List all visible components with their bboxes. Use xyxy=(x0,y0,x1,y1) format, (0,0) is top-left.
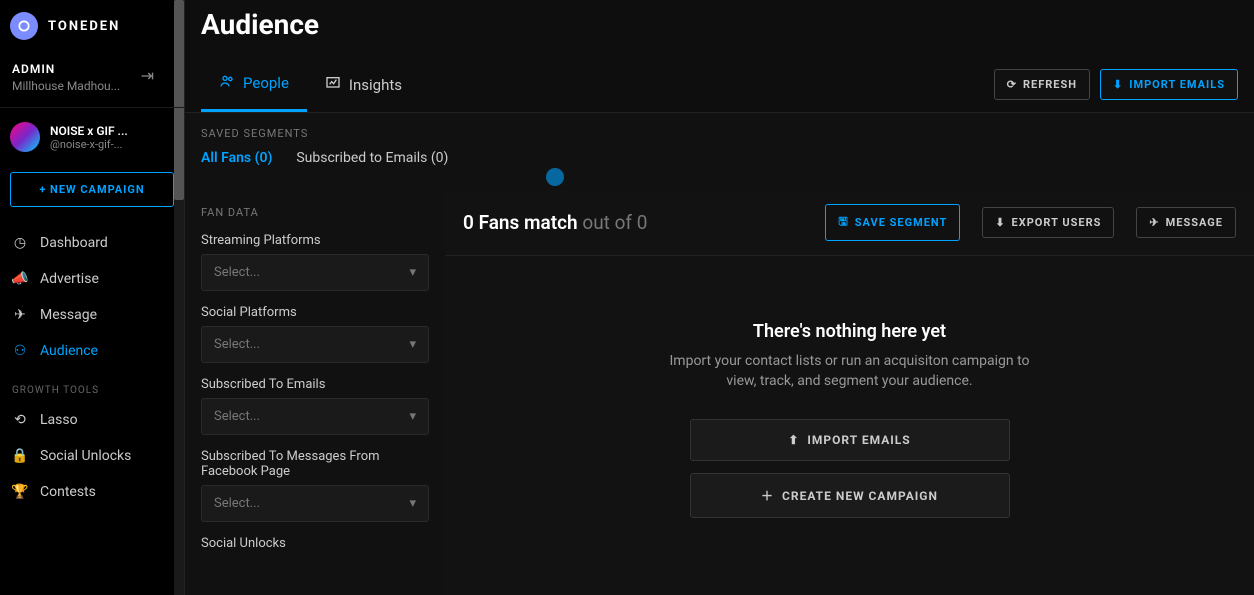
people-icon xyxy=(219,73,235,93)
results-panel: 0 Fans match out of 0 🖫 SAVE SEGMENT ⬇ E… xyxy=(445,190,1254,595)
new-campaign-button[interactable]: + NEW CAMPAIGN xyxy=(10,172,174,207)
admin-block[interactable]: ADMIN Millhouse Madhou... ⇥ xyxy=(0,52,184,108)
download-icon: ⬇ xyxy=(995,216,1005,229)
paper-plane-icon: ✈ xyxy=(1149,216,1159,229)
nav-social-unlocks-label: Social Unlocks xyxy=(40,448,131,464)
nav-message[interactable]: ✈ Message xyxy=(0,297,184,333)
export-users-label: EXPORT USERS xyxy=(1012,216,1102,229)
avatar xyxy=(10,122,40,152)
nav-dashboard[interactable]: ◷ Dashboard xyxy=(0,225,184,261)
brand-row[interactable]: TONEDEN xyxy=(0,0,184,52)
lock-icon: 🔒 xyxy=(12,448,28,464)
filter-emails-select[interactable]: Select... ▾ xyxy=(201,398,429,435)
nav-social-unlocks[interactable]: 🔒 Social Unlocks xyxy=(0,438,184,474)
nav-lasso[interactable]: ⟲ Lasso xyxy=(0,402,184,438)
filter-panel: FAN DATA Streaming Platforms Select... ▾… xyxy=(185,190,445,595)
brand-name: TONEDEN xyxy=(48,19,120,34)
lasso-icon: ⟲ xyxy=(12,412,28,428)
save-segment-button[interactable]: 🖫 SAVE SEGMENT xyxy=(825,204,960,241)
trophy-icon: 🏆 xyxy=(12,484,28,500)
main: Audience People Insights ⟳ REFRESH ⬇ IMP… xyxy=(185,0,1254,595)
content-row: FAN DATA Streaming Platforms Select... ▾… xyxy=(185,190,1254,595)
import-emails-label: IMPORT EMAILS xyxy=(1129,78,1225,91)
fan-data-label: FAN DATA xyxy=(201,206,429,219)
select-placeholder: Select... xyxy=(214,409,260,424)
segments-bar: SAVED SEGMENTS All Fans (0) Subscribed t… xyxy=(185,113,1254,190)
empty-sub: Import your contact lists or run an acqu… xyxy=(670,352,1030,391)
sidebar: TONEDEN ADMIN Millhouse Madhou... ⇥ NOIS… xyxy=(0,0,185,595)
filter-social-label: Social Platforms xyxy=(201,305,429,320)
chevron-down-icon: ▾ xyxy=(409,409,416,424)
paper-plane-icon: ✈ xyxy=(12,307,28,323)
page-title: Audience xyxy=(185,0,1254,57)
save-icon: 🖫 xyxy=(838,213,848,232)
save-segment-label: SAVE SEGMENT xyxy=(855,216,948,229)
chevron-down-icon: ▾ xyxy=(409,496,416,511)
empty-title: There's nothing here yet xyxy=(753,321,946,342)
tabs-row: People Insights ⟳ REFRESH ⬇ IMPORT EMAIL… xyxy=(185,57,1254,113)
plus-icon: ＋ xyxy=(761,487,774,504)
filter-streaming-select[interactable]: Select... ▾ xyxy=(201,254,429,291)
filter-social-select[interactable]: Select... ▾ xyxy=(201,326,429,363)
brand-logo-icon xyxy=(10,12,38,40)
nav-contests-label: Contests xyxy=(40,484,96,500)
people-icon: ⚇ xyxy=(12,343,28,359)
chevron-down-icon: ▾ xyxy=(409,265,416,280)
tab-people[interactable]: People xyxy=(201,57,307,112)
nav-audience-label: Audience xyxy=(40,343,98,359)
empty-import-emails-button[interactable]: ⬆ IMPORT EMAILS xyxy=(690,419,1010,461)
growth-tools-label: GROWTH TOOLS xyxy=(0,369,184,402)
filter-social-unlocks-label: Social Unlocks xyxy=(201,536,429,551)
empty-state: There's nothing here yet Import your con… xyxy=(445,256,1254,595)
message-button[interactable]: ✈ MESSAGE xyxy=(1136,207,1236,238)
tab-people-label: People xyxy=(243,74,289,92)
segment-subscribed-emails[interactable]: Subscribed to Emails (0) xyxy=(296,150,448,166)
filter-streaming-label: Streaming Platforms xyxy=(201,233,429,248)
nav-advertise-label: Advertise xyxy=(40,271,99,287)
empty-create-campaign-label: CREATE NEW CAMPAIGN xyxy=(782,489,938,503)
match-count-text: 0 Fans match out of 0 xyxy=(463,211,647,234)
profile-handle: @noise-x-gif-... xyxy=(50,138,128,151)
match-out-of: out of 0 xyxy=(582,211,647,234)
nav-advertise[interactable]: 📣 Advertise xyxy=(0,261,184,297)
profile-row[interactable]: NOISE x GIF ... @noise-x-gif-... xyxy=(0,108,184,166)
tab-insights-label: Insights xyxy=(349,76,402,94)
profile-name: NOISE x GIF ... xyxy=(50,124,128,138)
refresh-label: REFRESH xyxy=(1023,78,1077,91)
segment-all-fans[interactable]: All Fans (0) xyxy=(201,150,272,166)
empty-import-emails-label: IMPORT EMAILS xyxy=(807,433,910,447)
chart-icon xyxy=(325,75,341,95)
empty-create-campaign-button[interactable]: ＋ CREATE NEW CAMPAIGN xyxy=(690,473,1010,518)
switch-account-icon[interactable]: ⇥ xyxy=(141,66,154,85)
download-icon: ⬇ xyxy=(1113,78,1123,91)
filter-emails-label: Subscribed To Emails xyxy=(201,377,429,392)
saved-segments-label: SAVED SEGMENTS xyxy=(201,127,1238,140)
message-label: MESSAGE xyxy=(1166,216,1223,229)
nav-contests[interactable]: 🏆 Contests xyxy=(0,474,184,510)
gauge-icon: ◷ xyxy=(12,235,28,251)
filter-fb-messages-label: Subscribed To Messages From Facebook Pag… xyxy=(201,449,429,479)
match-count: 0 Fans match xyxy=(463,211,578,234)
filter-fb-messages-select[interactable]: Select... ▾ xyxy=(201,485,429,522)
refresh-icon: ⟳ xyxy=(1007,78,1017,91)
nav-message-label: Message xyxy=(40,307,97,323)
refresh-button[interactable]: ⟳ REFRESH xyxy=(994,69,1090,100)
select-placeholder: Select... xyxy=(214,496,260,511)
nav-dashboard-label: Dashboard xyxy=(40,235,108,251)
onboarding-hint-dot[interactable] xyxy=(546,168,564,186)
export-users-button[interactable]: ⬇ EXPORT USERS xyxy=(982,207,1114,238)
tab-insights[interactable]: Insights xyxy=(307,57,420,112)
nav-audience[interactable]: ⚇ Audience xyxy=(0,333,184,369)
import-emails-button[interactable]: ⬇ IMPORT EMAILS xyxy=(1100,69,1238,100)
select-placeholder: Select... xyxy=(214,337,260,352)
select-placeholder: Select... xyxy=(214,265,260,280)
upload-icon: ⬆ xyxy=(788,433,799,447)
nav-lasso-label: Lasso xyxy=(40,412,78,428)
results-header: 0 Fans match out of 0 🖫 SAVE SEGMENT ⬇ E… xyxy=(445,190,1254,256)
megaphone-icon: 📣 xyxy=(12,271,28,287)
chevron-down-icon: ▾ xyxy=(409,337,416,352)
